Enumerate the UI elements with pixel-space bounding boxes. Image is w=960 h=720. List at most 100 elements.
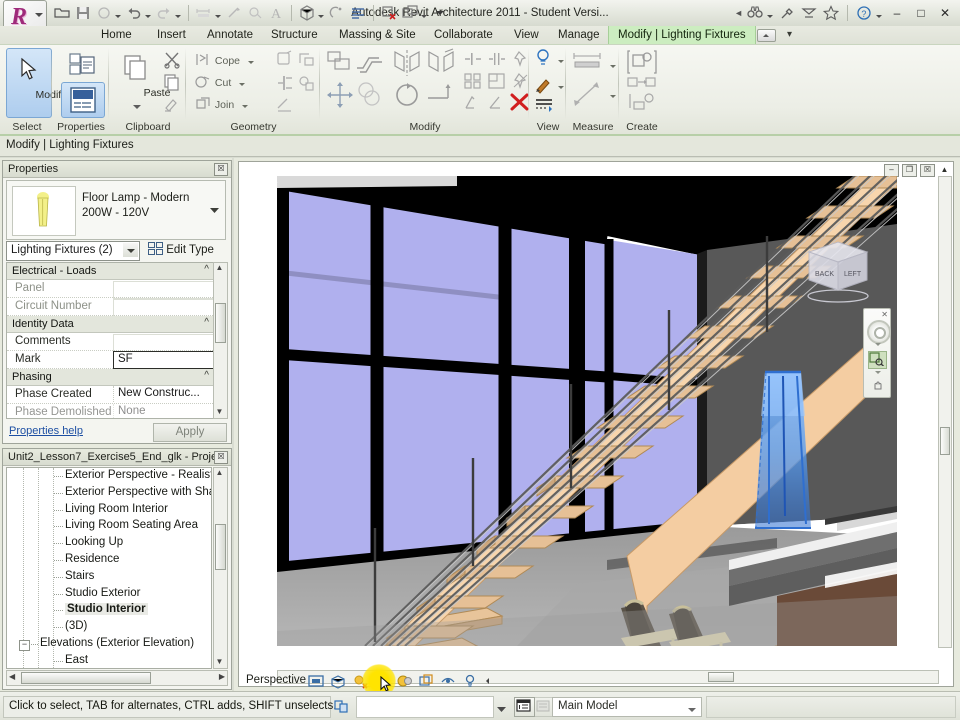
edit-type-button[interactable]: Edit Type	[148, 242, 214, 256]
join-geometry-button[interactable]: Join	[195, 96, 249, 111]
properties-help-link[interactable]: Properties help	[9, 425, 83, 437]
match-type-button[interactable]	[158, 92, 186, 116]
list-item[interactable]: Looking Up	[7, 535, 211, 552]
scale-button[interactable]	[487, 72, 507, 93]
tab-massing-and-site[interactable]: Massing & Site	[330, 26, 425, 44]
modify-button[interactable]: Modify	[6, 48, 66, 118]
close-hidden-windows-icon[interactable]	[379, 3, 399, 23]
render-dialog-icon[interactable]	[396, 673, 412, 689]
chevron-down-icon[interactable]	[318, 15, 324, 18]
detail-level-icon[interactable]	[308, 673, 324, 689]
property-row-circuit-number[interactable]: Circuit Number	[7, 298, 215, 317]
chevron-down-icon[interactable]	[557, 86, 564, 89]
property-row-comments[interactable]: Comments	[7, 333, 215, 352]
measure-between-references-button[interactable]	[571, 50, 616, 77]
view-vertical-scrollbar[interactable]	[938, 176, 952, 648]
property-group-identity-data[interactable]: Identity Data ^	[7, 316, 215, 333]
close-icon[interactable]: ☒	[214, 163, 228, 176]
family-type-header[interactable]: Floor Lamp - Modern 200W - 120V	[6, 180, 226, 240]
chevron-down-icon[interactable]	[688, 704, 696, 716]
split-face-button[interactable]	[297, 50, 316, 71]
undo-icon[interactable]	[124, 3, 144, 23]
scroll-up-arrow-icon[interactable]: ▲	[214, 468, 225, 479]
list-item[interactable]: Exterior Perspective - Realist	[7, 468, 211, 485]
list-item[interactable]: Living Room Seating Area	[7, 518, 211, 535]
redo-icon[interactable]	[154, 3, 174, 23]
chevron-down-icon[interactable]	[875, 371, 881, 374]
view-control-icons[interactable]	[308, 672, 492, 690]
scrollbar-thumb[interactable]	[215, 524, 226, 570]
array-button[interactable]	[463, 72, 483, 93]
chevron-down-icon[interactable]	[876, 15, 882, 18]
view-control-collapse-icon[interactable]	[484, 673, 492, 689]
copy-element-button[interactable]	[354, 80, 388, 113]
subscription-icon[interactable]	[777, 3, 797, 23]
property-value[interactable]: None	[113, 404, 215, 418]
chevron-down-icon[interactable]	[497, 704, 506, 716]
scrollbar-thumb[interactable]	[940, 427, 950, 455]
list-item[interactable]: Stairs	[7, 569, 211, 586]
type-properties-button[interactable]	[61, 48, 105, 84]
reveal-hidden-elements-icon[interactable]	[462, 673, 478, 689]
filter-icon[interactable]	[334, 699, 350, 714]
chevron-down-icon[interactable]	[609, 95, 616, 98]
property-row-mark[interactable]: Mark SF	[7, 351, 215, 369]
thin-lines-icon[interactable]	[348, 3, 368, 23]
measure-icon[interactable]	[194, 3, 214, 23]
align-button[interactable]	[325, 48, 355, 81]
tab-modify-lighting-fixtures[interactable]: Modify | Lighting Fixtures	[608, 26, 756, 44]
view-cube[interactable]: BACK LEFT	[801, 236, 875, 308]
title-bar-right-tools[interactable]: ◄ ? – □ ✕	[734, 2, 956, 24]
list-item[interactable]: Exterior Perspective with Sha	[7, 485, 211, 502]
main-model-combo[interactable]: Main Model	[552, 697, 702, 717]
type-selector-combo[interactable]: Lighting Fixtures (2)	[6, 241, 140, 261]
property-value[interactable]	[113, 299, 214, 317]
section-icon[interactable]	[327, 3, 347, 23]
default-3d-view-icon[interactable]	[297, 3, 317, 23]
tab-structure[interactable]: Structure	[262, 26, 327, 44]
3d-viewport[interactable]: BACK LEFT ✕	[277, 176, 897, 646]
worksets-button[interactable]	[514, 697, 535, 717]
chevron-down-icon[interactable]	[115, 15, 121, 18]
customize-qat-icon[interactable]	[430, 3, 450, 23]
help-icon[interactable]: ?	[854, 3, 874, 23]
tab-annotate[interactable]: Annotate	[198, 26, 262, 44]
chevron-down-icon[interactable]	[145, 15, 151, 18]
scroll-left-arrow-icon[interactable]: ◀	[9, 672, 15, 681]
cope-button[interactable]: Cope	[195, 52, 254, 67]
close-icon[interactable]: ☒	[214, 451, 228, 464]
measure-along-element-button[interactable]	[571, 80, 616, 111]
save-icon[interactable]	[73, 3, 93, 23]
split-join-button[interactable]	[487, 94, 507, 115]
switch-windows-icon[interactable]	[400, 3, 420, 23]
aligned-dimension-icon[interactable]	[224, 3, 244, 23]
properties-palette-button[interactable]	[61, 82, 105, 118]
view-scale-label[interactable]: Perspective	[246, 674, 306, 686]
binoculars-icon[interactable]	[745, 3, 765, 23]
communication-center-icon[interactable]	[799, 3, 819, 23]
favorites-icon[interactable]	[821, 3, 841, 23]
ribbon-display-chevron-icon[interactable]: ▾	[778, 26, 801, 44]
chevron-down-icon[interactable]	[175, 15, 181, 18]
properties-scrollbar[interactable]: ▲ ▼	[213, 262, 228, 419]
chevron-up-icon[interactable]: ^	[204, 317, 209, 328]
copy-button[interactable]	[158, 70, 186, 94]
property-group-phasing[interactable]: Phasing ^	[7, 369, 215, 386]
chevron-up-icon[interactable]: ^	[204, 370, 209, 381]
offset-button[interactable]	[354, 48, 388, 81]
chevron-down-icon[interactable]	[210, 205, 219, 217]
chevron-down-icon[interactable]	[215, 15, 221, 18]
scroll-right-arrow-icon[interactable]: ▶	[219, 672, 225, 681]
list-item[interactable]: − Elevations (Exterior Elevation)	[7, 636, 211, 653]
scroll-up-arrow-icon[interactable]: ▲	[938, 165, 951, 176]
crop-view-icon[interactable]	[418, 673, 434, 689]
close-button[interactable]: ✕	[934, 4, 956, 22]
list-item[interactable]: East	[7, 653, 211, 668]
split-button[interactable]	[463, 50, 483, 71]
split-element-button[interactable]	[275, 74, 294, 95]
chevron-down-icon[interactable]	[242, 105, 249, 108]
light-bulb-button[interactable]	[534, 48, 564, 71]
property-value[interactable]	[113, 281, 214, 299]
list-item[interactable]: Studio Exterior	[7, 586, 211, 603]
hide-reveal-button[interactable]	[534, 96, 554, 117]
